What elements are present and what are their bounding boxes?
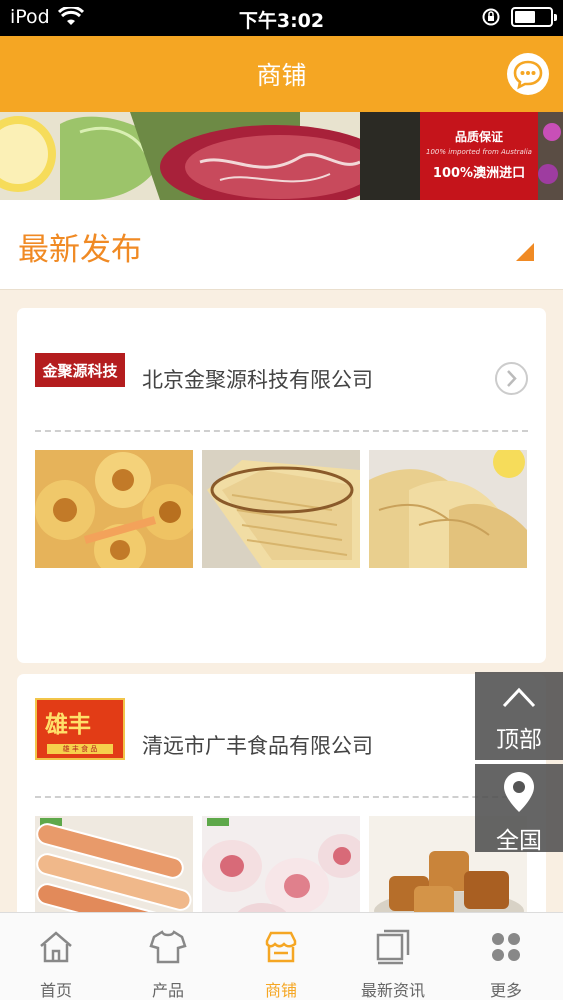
shirt-icon xyxy=(149,930,187,964)
location-pin-icon xyxy=(504,772,534,812)
latest-section: 最新发布 xyxy=(0,200,563,290)
flower-decoration xyxy=(538,112,563,200)
tab-products[interactable]: 产品 xyxy=(112,913,224,1000)
store-name[interactable]: 清远市广丰食品有限公司 xyxy=(142,730,373,760)
corner-triangle-icon xyxy=(516,243,534,261)
store-icon xyxy=(265,931,297,963)
store-card[interactable]: 金聚源科技 北京金聚源科技有限公司 xyxy=(17,308,546,663)
tab-news[interactable]: 最新资讯 xyxy=(337,913,449,1000)
status-time: 下午3:02 xyxy=(238,10,325,32)
back-to-top-button[interactable]: 顶部 xyxy=(475,672,563,760)
grid-icon xyxy=(492,933,520,961)
chevron-right-icon[interactable] xyxy=(495,362,528,395)
tab-more[interactable]: 更多 xyxy=(450,913,562,1000)
chevron-up-icon xyxy=(502,687,536,708)
app-header: 商铺 xyxy=(0,36,563,112)
section-title: 最新发布 xyxy=(18,232,142,268)
food-banner-image xyxy=(0,112,420,200)
nationwide-button[interactable]: 全国 xyxy=(475,764,563,854)
rotation-lock-icon xyxy=(482,8,500,26)
chat-icon xyxy=(513,60,543,90)
tab-home[interactable]: 首页 xyxy=(0,913,112,1000)
product-thumbnail[interactable] xyxy=(35,450,193,568)
divider xyxy=(35,796,528,798)
divider xyxy=(35,430,528,432)
tab-stores[interactable]: 商铺 xyxy=(225,913,337,1000)
news-icon xyxy=(376,929,410,965)
message-button[interactable] xyxy=(507,53,549,95)
product-thumbnail[interactable] xyxy=(369,450,527,568)
battery-icon xyxy=(511,7,557,27)
home-icon xyxy=(40,931,72,963)
product-thumbnail[interactable] xyxy=(202,450,360,568)
status-bar: iPod 下午3:02 xyxy=(0,0,563,36)
store-name[interactable]: 北京金聚源科技有限公司 xyxy=(142,364,373,394)
quality-badge: 品质保证 100% imported from Australia 100%澳洲… xyxy=(420,112,538,200)
promo-banner[interactable]: 品质保证 100% imported from Australia 100%澳洲… xyxy=(0,112,563,200)
store-logo: 雄丰 雄 丰 食 品 xyxy=(35,698,125,760)
store-logo: 金聚源科技 xyxy=(35,353,125,387)
bottom-tab-bar: 首页 产品 商铺 最新资讯 更多 xyxy=(0,912,563,1000)
page-title: 商铺 xyxy=(256,61,307,90)
